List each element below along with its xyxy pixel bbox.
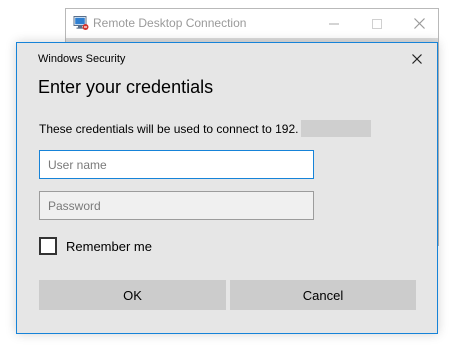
remote-desktop-titlebar[interactable]: Remote Desktop Connection	[66, 9, 438, 38]
ok-button[interactable]: OK	[39, 280, 226, 310]
minimize-icon	[329, 23, 339, 24]
dialog-close-button[interactable]	[404, 48, 430, 70]
remote-desktop-title: Remote Desktop Connection	[93, 16, 247, 30]
cancel-button[interactable]: Cancel	[230, 280, 416, 310]
close-icon	[413, 18, 425, 29]
password-input[interactable]	[39, 191, 314, 220]
remember-me-label: Remember me	[66, 238, 152, 254]
dialog-caption: Windows Security	[38, 53, 126, 65]
close-icon	[412, 54, 422, 64]
dialog-message: These credentials will be used to connec…	[39, 120, 371, 137]
dialog-heading: Enter your credentials	[38, 77, 214, 97]
windows-security-dialog: Windows Security Enter your credentials …	[16, 42, 438, 334]
redacted-address	[300, 120, 371, 137]
minimize-button[interactable]	[314, 9, 354, 38]
maximize-button[interactable]	[357, 9, 397, 38]
remember-me-checkbox[interactable]: Remember me	[39, 237, 152, 255]
username-input[interactable]	[39, 150, 314, 179]
remote-desktop-icon	[73, 16, 89, 30]
bg-close-button[interactable]	[399, 9, 439, 38]
maximize-icon	[372, 18, 382, 29]
checkbox-box[interactable]	[39, 237, 57, 255]
dialog-message-text: These credentials will be used to connec…	[39, 121, 299, 136]
